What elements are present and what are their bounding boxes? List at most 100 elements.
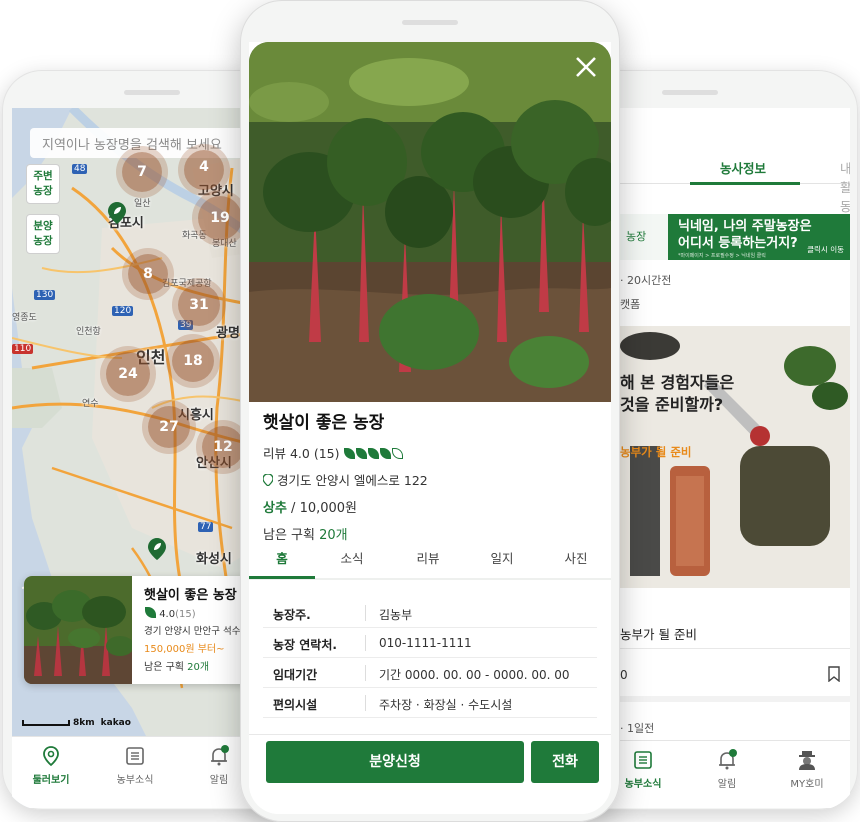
spec-value: 기간 0000. 00. 00 - 0000. 00. 00 bbox=[379, 668, 570, 682]
spec-row: 편의시설 주차장 · 화장실 · 수도시설 bbox=[263, 688, 597, 718]
farm-cluster-marker[interactable]: 24 bbox=[106, 352, 150, 396]
farm-card-remaining: 남은 구획 20개 bbox=[144, 658, 254, 673]
farm-cluster-marker[interactable]: 31 bbox=[178, 284, 220, 326]
tab-farmer-news-label: 농부소식 bbox=[116, 775, 154, 786]
spec-row: 농장 연락처. 010-1111-1111 bbox=[263, 628, 597, 658]
remaining-value: 20개 bbox=[187, 662, 210, 673]
tab-my-homi[interactable]: MY호미 bbox=[772, 749, 842, 790]
phone-speaker bbox=[402, 20, 458, 25]
leaf-rating-icon bbox=[356, 448, 368, 459]
tab-explore-label: 둘러보기 bbox=[32, 775, 70, 786]
place-label: 인천항 bbox=[76, 327, 101, 337]
farmer-avatar-icon bbox=[799, 751, 815, 770]
post-meta: · 20시간전 bbox=[620, 274, 672, 287]
remaining-label: 남은 구획 bbox=[144, 662, 184, 673]
tab-photos[interactable]: 사진 bbox=[543, 548, 609, 567]
bell-icon bbox=[211, 745, 229, 766]
active-tab-indicator bbox=[249, 576, 315, 579]
spec-key: 편의시설 bbox=[273, 698, 318, 712]
banner-title: 닉네임, 나의 주말농장은 어디서 등록하는거지? bbox=[678, 219, 812, 251]
close-icon[interactable] bbox=[571, 52, 601, 82]
post-image-subtitle: 농부가 될 준비 bbox=[620, 445, 692, 459]
road-number-badge: 48 bbox=[72, 164, 88, 174]
chard-field-photo bbox=[249, 42, 611, 402]
place-label: 영종도 bbox=[12, 313, 37, 323]
farm-cluster-marker[interactable]: 8 bbox=[128, 254, 168, 294]
spec-value[interactable]: 010-1111-1111 bbox=[379, 636, 472, 650]
bell-icon bbox=[719, 749, 737, 770]
farm-cluster-marker[interactable]: 18 bbox=[172, 340, 214, 382]
phone-center: 햇살이 좋은 농장 리뷰 4.0 (15) 경기도 안양시 엘에스로 122 상… bbox=[240, 0, 620, 822]
farm-name: 햇살이 좋은 농장 bbox=[263, 413, 385, 433]
tab-home[interactable]: 홈 bbox=[249, 548, 315, 567]
scale-label: 8km bbox=[73, 718, 95, 728]
place-label: 화성시 bbox=[196, 552, 232, 567]
farm-cluster-marker[interactable]: 4 bbox=[184, 150, 224, 190]
review-text: 리뷰 4.0 (15) bbox=[263, 446, 340, 461]
spec-value: 김농부 bbox=[379, 608, 413, 622]
tab-explore[interactable]: 둘러보기 bbox=[16, 745, 86, 786]
leaf-rating-icon bbox=[344, 448, 356, 459]
divider bbox=[365, 605, 366, 621]
tab-reviews[interactable]: 리뷰 bbox=[395, 548, 461, 567]
nearby-farm-button[interactable]: 주변 농장 bbox=[26, 164, 60, 204]
road-number-badge: 130 bbox=[34, 290, 56, 300]
road-number-badge: 77 bbox=[198, 522, 214, 532]
spec-key: 농장주. bbox=[273, 608, 311, 622]
sale-farm-button[interactable]: 분양 농장 bbox=[26, 214, 60, 254]
spec-row: 임대기간 기간 0000. 00. 00 - 0000. 00. 00 bbox=[263, 658, 597, 688]
next-post-time: 1일전 bbox=[627, 722, 655, 735]
place-label: 광명 bbox=[216, 326, 240, 341]
farm-summary: 햇살이 좋은 농장 리뷰 4.0 (15) 경기도 안양시 엘에스로 122 상… bbox=[262, 402, 603, 543]
farm-pin-icon[interactable] bbox=[108, 202, 126, 224]
like-count: 0 bbox=[620, 668, 628, 682]
spec-value: 주차장 · 화장실 · 수도시설 bbox=[379, 698, 513, 712]
bookmark-icon[interactable] bbox=[828, 666, 840, 682]
crop-price: 상추 / 10,000원 bbox=[263, 497, 603, 516]
farm-hero-image bbox=[249, 42, 611, 402]
phone-speaker bbox=[662, 90, 718, 95]
post-image-title: 해 본 경험자들은 것을 준비할까? bbox=[620, 372, 734, 416]
address-text: 경기도 안양시 엘에스로 122 bbox=[276, 473, 428, 488]
farm-cluster-marker[interactable]: 27 bbox=[148, 406, 190, 448]
farm-preview-card[interactable]: 햇살이 좋은 농장 4.0(15) 경기 안양시 만안구 석수 150,000원… bbox=[24, 576, 254, 684]
rating-value: 4.0 bbox=[159, 609, 176, 620]
post-category: 캣폼 bbox=[620, 298, 641, 311]
map-brand: kakao bbox=[100, 718, 131, 728]
farm-spec-table: 농장주. 김농부 농장 연락처. 010-1111-1111 임대기간 기간 0000… bbox=[263, 598, 597, 718]
road-number-badge: 110 bbox=[12, 344, 34, 354]
farm-cluster-marker[interactable]: 12 bbox=[202, 426, 244, 468]
tab-my-activity[interactable]: 내활동 bbox=[840, 158, 850, 215]
app-showcase: 지역이나 농장명을 검색해 보세요 주변 농장 분양 농장 김포시 고양시 인천… bbox=[0, 0, 860, 822]
tab-my-homi-label: MY호미 bbox=[790, 779, 824, 790]
tab-journal[interactable]: 일지 bbox=[469, 548, 535, 567]
promo-banner[interactable]: 농장 닉네임, 나의 주말농장은 어디서 등록하는거지? *마이페이지 > 프로… bbox=[620, 214, 850, 260]
title-line-2: 것을 준비할까? bbox=[620, 395, 724, 414]
farm-cluster-marker[interactable]: 19 bbox=[198, 196, 242, 240]
feed-tabs: 농사정보 내활동 bbox=[620, 148, 850, 214]
tab-farmer-news[interactable]: 농부소식 bbox=[100, 745, 170, 786]
call-button[interactable]: 전화 bbox=[531, 741, 599, 783]
farm-cluster-marker[interactable]: 7 bbox=[122, 152, 162, 192]
tab-notifications[interactable]: 알림 bbox=[692, 749, 762, 790]
location-pin-icon bbox=[262, 473, 274, 487]
farm-address: 경기도 안양시 엘에스로 122 bbox=[262, 470, 603, 489]
farm-pin-icon[interactable] bbox=[148, 538, 166, 560]
post-image[interactable]: 해 본 경험자들은 것을 준비할까? 농부가 될 준비 bbox=[620, 326, 850, 588]
section-gap bbox=[620, 696, 850, 702]
spec-row: 농장주. 김농부 bbox=[263, 598, 597, 628]
post-time: 20시간전 bbox=[627, 274, 672, 287]
divider bbox=[365, 635, 366, 651]
tab-news[interactable]: 소식 bbox=[319, 548, 385, 567]
news-list-icon bbox=[126, 747, 144, 765]
next-post-meta: · 1일전 bbox=[620, 722, 655, 735]
farm-thumbnail bbox=[24, 576, 132, 684]
farm-card-rating: 4.0(15) bbox=[144, 607, 254, 620]
banner-subtitle: *마이페이지 > 프로필수정 > 닉네임 클릭 bbox=[678, 253, 766, 259]
farm-detail-screen: 햇살이 좋은 농장 리뷰 4.0 (15) 경기도 안양시 엘에스로 122 상… bbox=[249, 42, 611, 814]
apply-button[interactable]: 분양신청 bbox=[266, 741, 524, 783]
nearby-farm-label: 주변 농장 bbox=[33, 170, 53, 197]
tab-farming-info[interactable]: 농사정보 bbox=[720, 158, 766, 177]
action-bar: 분양신청 전화 bbox=[249, 734, 611, 814]
farm-review[interactable]: 리뷰 4.0 (15) bbox=[263, 443, 603, 462]
